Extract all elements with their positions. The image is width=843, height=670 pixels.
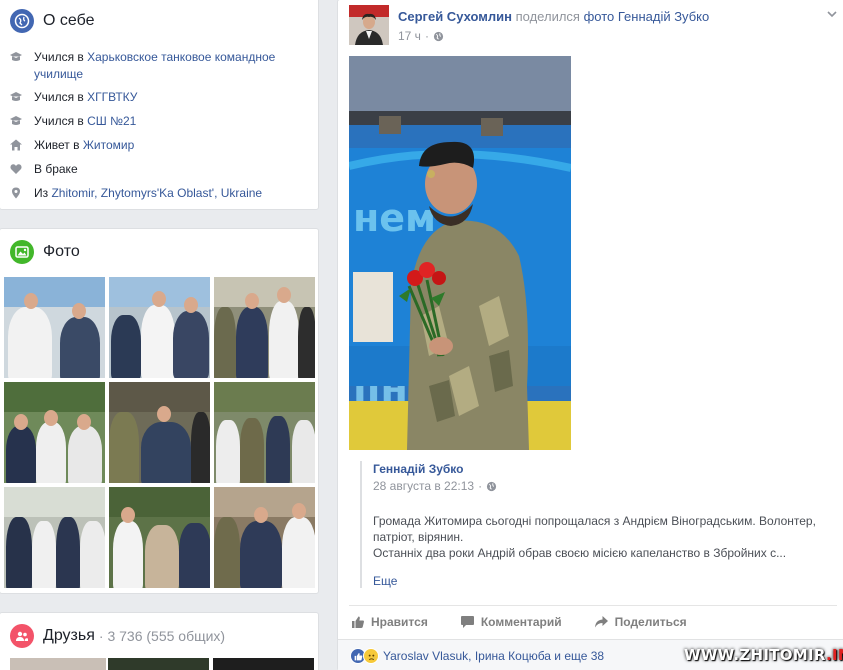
photo-grid	[4, 277, 316, 588]
city-link[interactable]: Житомир	[83, 138, 134, 152]
public-globe-icon	[487, 481, 497, 491]
shared-post: Геннадій Зубко 28 августа в 22:13 · Гром…	[360, 461, 840, 588]
watermark-main: WWW.ZHITOMIR	[684, 646, 827, 664]
education-link[interactable]: ХГГВТКУ	[87, 90, 137, 104]
photo-thumb[interactable]	[214, 277, 315, 378]
photo-thumb[interactable]	[214, 487, 315, 588]
like-button[interactable]: Нравится	[351, 615, 428, 629]
friends-title[interactable]: Друзья	[43, 627, 95, 645]
about-row-education-2: Учился в ХГГВТКУ	[10, 89, 310, 106]
about-row-from: Из Zhitomir, Zhytomyrs'Ka Oblast', Ukrai…	[10, 185, 310, 202]
watermark-tld: .INFO	[826, 646, 843, 664]
education-icon	[10, 52, 22, 61]
relationship-status: В браке	[34, 162, 78, 176]
globe-icon	[10, 9, 34, 33]
about-row-education-3: Учился в СШ №21	[10, 113, 310, 130]
post-actions-bar: Нравится Комментарий Поделиться	[349, 605, 837, 637]
photos-title[interactable]: Фото	[43, 243, 80, 261]
about-row-label: Учился в	[34, 114, 88, 128]
chevron-down-icon[interactable]	[826, 8, 838, 20]
sad-reaction-icon	[363, 648, 379, 664]
photo-icon	[10, 240, 34, 264]
photo-thumb[interactable]	[4, 487, 105, 588]
about-card: О себе Учился в Харьковское танковое ком…	[0, 0, 319, 210]
author-avatar[interactable]	[349, 5, 389, 45]
comment-icon	[460, 615, 474, 628]
hometown-link[interactable]: Zhitomir, Zhytomyrs'Ka Oblast', Ukraine	[51, 186, 262, 200]
about-row-label: Из	[34, 186, 52, 200]
shared-author-link[interactable]: Геннадій Зубко	[373, 461, 840, 477]
photo-thumb[interactable]	[214, 382, 315, 483]
education-link[interactable]: СШ №21	[87, 114, 136, 128]
share-button[interactable]: Поделиться	[594, 615, 687, 629]
about-row-relationship: В браке	[10, 161, 310, 178]
about-row-education-1: Учился в Харьковское танковое командное …	[10, 49, 310, 83]
shared-post-text: Громада Житомира сьогодні попрощалася з …	[373, 514, 816, 560]
about-row-lives-in: Живет в Житомир	[10, 137, 310, 154]
comment-label: Комментарий	[480, 614, 562, 629]
about-row-label: Учился в	[34, 50, 88, 64]
share-label: Поделиться	[614, 614, 687, 629]
friends-count: · 3 736 (555 общих)	[98, 628, 226, 644]
like-label: Нравится	[371, 614, 428, 629]
post-author-link[interactable]: Сергей Сухомлин	[398, 9, 512, 24]
shared-photo-link[interactable]: фото Геннадій Зубко	[584, 9, 710, 24]
post-card: Сергей Сухомлин поделился фото Геннадій …	[337, 0, 843, 670]
friend-thumb[interactable]	[10, 658, 106, 670]
location-pin-icon	[12, 187, 20, 199]
post-action-text: поделился	[515, 9, 580, 24]
share-icon	[594, 615, 608, 627]
thumbs-up-icon	[352, 616, 364, 628]
about-row-label: Учился в	[34, 90, 88, 104]
svg-text:нем: нем	[353, 196, 436, 240]
post-timestamp[interactable]: 17 ч	[398, 29, 421, 43]
post-meta: 17 ч ·	[398, 29, 444, 43]
reactions-names[interactable]: Yaroslav Vlasuk, Ірина Коцюба и еще 38	[383, 649, 604, 663]
see-more-link[interactable]: Еще	[373, 574, 840, 588]
shared-timestamp[interactable]: 28 августа в 22:13	[373, 478, 474, 494]
photo-thumb[interactable]	[109, 487, 210, 588]
friend-thumb[interactable]	[213, 658, 314, 670]
public-globe-icon[interactable]	[433, 31, 444, 42]
photo-thumb[interactable]	[109, 382, 210, 483]
home-icon	[10, 139, 22, 151]
friends-icon	[10, 624, 34, 648]
heart-icon	[10, 164, 22, 174]
post-photo[interactable]: нем о іїн	[349, 56, 571, 450]
shared-meta: 28 августа в 22:13 ·	[373, 478, 840, 494]
photo-thumb[interactable]	[4, 382, 105, 483]
comment-button[interactable]: Комментарий	[460, 615, 562, 629]
friend-thumb[interactable]	[108, 658, 209, 670]
about-title: О себе	[43, 12, 95, 29]
photos-card: Фото	[0, 228, 319, 594]
site-watermark: WWW.ZHITOMIR.INFO	[684, 646, 843, 664]
photo-thumb[interactable]	[109, 277, 210, 378]
post-header: Сергей Сухомлин поделился фото Геннадій …	[398, 8, 709, 25]
photo-thumb[interactable]	[4, 277, 105, 378]
education-icon	[10, 116, 22, 125]
about-header: О себе	[0, 0, 318, 41]
photos-header: Фото	[0, 229, 318, 275]
friends-header: Друзья · 3 736 (555 общих)	[0, 613, 318, 659]
education-icon	[10, 92, 22, 101]
about-row-label: Живет в	[34, 138, 83, 152]
